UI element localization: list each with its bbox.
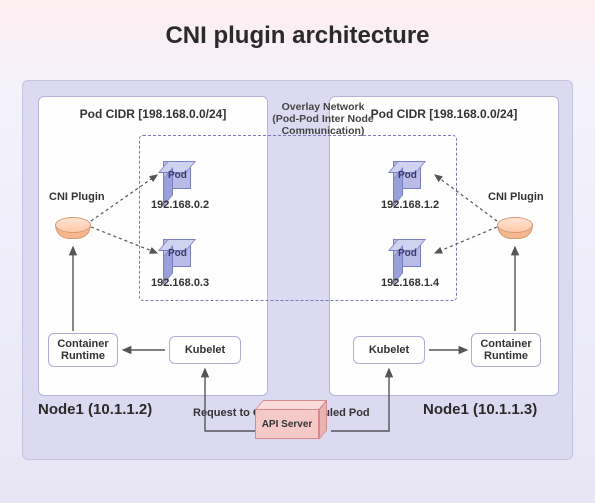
kubelet-box-left: Kubelet <box>169 336 241 364</box>
kubelet-box-right: Kubelet <box>353 336 425 364</box>
cni-plugin-label-right: CNI Plugin <box>488 191 544 203</box>
router-icon-right <box>497 209 533 245</box>
api-server-icon: API Server <box>255 409 333 447</box>
router-icon-left <box>55 209 91 245</box>
node-name-right: Node1 (10.1.1.3) <box>423 401 537 418</box>
pod-label: Pod <box>168 248 187 259</box>
api-server-label: API Server <box>255 409 319 439</box>
pod-ip: 192.168.0.3 <box>151 277 209 289</box>
container-runtime-box-left: Container Runtime <box>48 333 118 367</box>
overlay-network-label: Overlay Network (Pod-Pod Inter Node Comm… <box>271 101 375 137</box>
pod-ip: 192.168.1.4 <box>381 277 439 289</box>
container-runtime-box-right: Container Runtime <box>471 333 541 367</box>
pod-label: Pod <box>398 170 417 181</box>
pod-ip: 192.168.0.2 <box>151 199 209 211</box>
cni-plugin-label-left: CNI Plugin <box>49 191 105 203</box>
pod-cidr-left: Pod CIDR [198.168.0.0/24] <box>39 97 267 121</box>
pod-label: Pod <box>168 170 187 181</box>
pod-label: Pod <box>398 248 417 259</box>
pod-ip: 192.168.1.2 <box>381 199 439 211</box>
node-name-left: Node1 (10.1.1.2) <box>38 401 152 418</box>
diagram-canvas: Pod CIDR [198.168.0.0/24] Pod CIDR [198.… <box>22 80 573 460</box>
page-title: CNI plugin architecture <box>0 0 595 50</box>
